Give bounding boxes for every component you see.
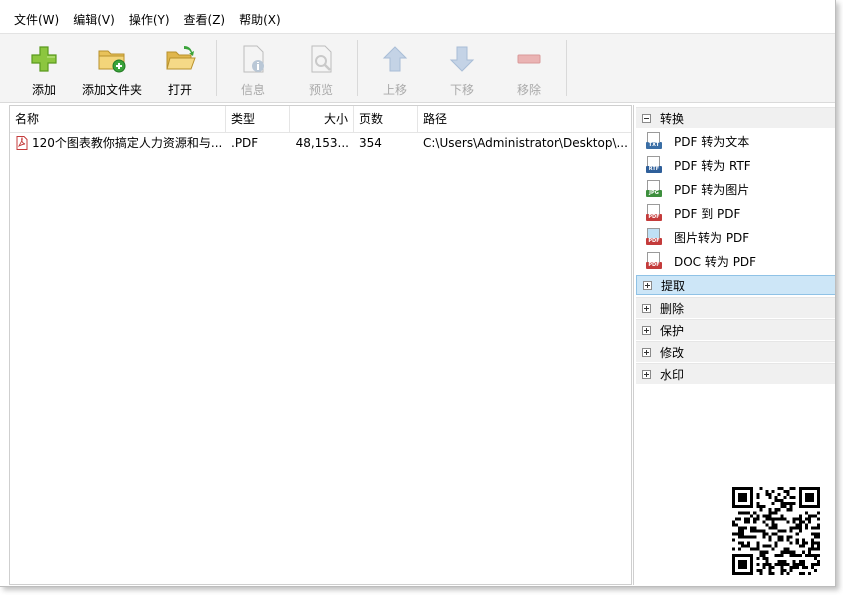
group-modify-label: 修改 xyxy=(660,345,685,360)
group-protect-label: 保护 xyxy=(660,323,685,338)
minus-icon xyxy=(513,43,545,75)
menu-action[interactable]: 操作(Y) xyxy=(122,9,177,31)
move-down-button[interactable]: 下移 xyxy=(438,34,486,102)
add-button[interactable]: 添加 xyxy=(20,34,68,102)
group-watermark-label: 水印 xyxy=(660,367,685,382)
rtf-file-icon: RTF xyxy=(646,155,662,175)
add-folder-label: 添加文件夹 xyxy=(81,83,142,97)
add-label: 添加 xyxy=(31,83,56,97)
group-modify[interactable]: 修改 xyxy=(636,341,835,362)
txt-file-icon: TXT xyxy=(646,131,662,151)
jpg-file-icon: JPG xyxy=(646,179,662,199)
column-path[interactable]: 路径 xyxy=(418,106,631,132)
expand-icon[interactable] xyxy=(642,303,651,313)
document-preview-icon xyxy=(305,43,337,75)
doc-pdf-icon: PDF xyxy=(646,251,662,271)
convert-item-label: PDF 转为 RTF xyxy=(674,158,751,173)
open-button[interactable]: 打开 xyxy=(156,34,204,102)
group-extract[interactable]: 提取 xyxy=(636,275,835,295)
group-convert[interactable]: 转换 xyxy=(636,107,835,128)
arrow-down-icon xyxy=(446,43,478,75)
expand-icon[interactable] xyxy=(642,369,651,379)
convert-image-to-pdf[interactable]: PDF 图片转为 PDF xyxy=(646,225,749,249)
qr-code-icon xyxy=(732,487,820,575)
cell-type: .PDF xyxy=(231,136,259,150)
collapse-icon[interactable] xyxy=(642,113,651,123)
convert-item-label: DOC 转为 PDF xyxy=(674,254,757,269)
open-label: 打开 xyxy=(167,83,192,97)
file-name: 120个图表教你搞定人力资源和与... xyxy=(32,136,223,150)
convert-doc-to-pdf[interactable]: PDF DOC 转为 PDF xyxy=(646,249,756,273)
convert-pdf-to-pdf[interactable]: PDF PDF 到 PDF xyxy=(646,201,740,225)
folder-add-icon xyxy=(96,43,128,75)
group-convert-label: 转换 xyxy=(660,111,685,126)
table-row[interactable]: 120个图表教你搞定人力资源和与... .PDF 48,153... 354 C… xyxy=(10,132,631,154)
folder-open-icon xyxy=(164,43,196,75)
menu-edit[interactable]: 编辑(V) xyxy=(66,9,122,31)
group-delete-label: 删除 xyxy=(660,301,685,316)
cell-pages: 354 xyxy=(359,136,382,150)
convert-pdf-to-rtf[interactable]: RTF PDF 转为 RTF xyxy=(646,153,751,177)
move-up-label: 上移 xyxy=(382,83,407,97)
convert-item-label: PDF 到 PDF xyxy=(674,206,741,221)
add-folder-button[interactable]: 添加文件夹 xyxy=(76,34,148,102)
group-watermark[interactable]: 水印 xyxy=(636,363,835,384)
menu-file[interactable]: 文件(W) xyxy=(0,9,66,31)
convert-item-label: PDF 转为图片 xyxy=(674,182,750,197)
menu-bar: 文件(W) 编辑(V) 操作(Y) 查看(Z) 帮助(X) xyxy=(0,9,835,31)
expand-icon[interactable] xyxy=(643,280,652,290)
arrow-up-icon xyxy=(379,43,411,75)
menu-help[interactable]: 帮助(X) xyxy=(232,9,288,31)
toolbar-separator xyxy=(566,40,567,96)
convert-item-label: PDF 转为文本 xyxy=(674,134,750,149)
move-down-label: 下移 xyxy=(449,83,474,97)
group-protect[interactable]: 保护 xyxy=(636,319,835,340)
convert-pdf-to-text[interactable]: TXT PDF 转为文本 xyxy=(646,129,749,153)
cell-path: C:\Users\Administrator\Desktop\... xyxy=(423,136,628,150)
file-list-header: 名称 类型 大小 页数 路径 xyxy=(10,106,631,133)
preview-label: 预览 xyxy=(308,83,333,97)
pdf-file-icon xyxy=(16,135,28,150)
cell-size: 48,153... xyxy=(295,136,349,150)
document-info-icon xyxy=(237,43,269,75)
convert-item-label: 图片转为 PDF xyxy=(674,230,750,245)
menu-view[interactable]: 查看(Z) xyxy=(177,9,233,31)
info-button[interactable]: 信息 xyxy=(229,34,277,102)
image-pdf-icon: PDF xyxy=(646,227,662,247)
column-size[interactable]: 大小 xyxy=(290,106,354,132)
info-label: 信息 xyxy=(240,83,265,97)
expand-icon[interactable] xyxy=(642,347,651,357)
column-name[interactable]: 名称 xyxy=(10,106,226,132)
move-up-button[interactable]: 上移 xyxy=(371,34,419,102)
cell-name: 120个图表教你搞定人力资源和与... xyxy=(10,132,226,154)
convert-pdf-to-image[interactable]: JPG PDF 转为图片 xyxy=(646,177,749,201)
app-window: 文件(W) 编辑(V) 操作(Y) 查看(Z) 帮助(X) 添加 添加文件夹 打… xyxy=(0,0,836,587)
column-type[interactable]: 类型 xyxy=(226,106,290,132)
toolbar: 添加 添加文件夹 打开 信息 预览 上移 下移 移除 xyxy=(0,33,835,103)
toolbar-separator xyxy=(216,40,217,96)
toolbar-separator xyxy=(357,40,358,96)
remove-label: 移除 xyxy=(516,83,541,97)
plus-icon xyxy=(28,43,60,75)
column-pages[interactable]: 页数 xyxy=(354,106,418,132)
remove-button[interactable]: 移除 xyxy=(505,34,553,102)
group-delete[interactable]: 删除 xyxy=(636,297,835,318)
file-list[interactable]: 名称 类型 大小 页数 路径 120个图表教你搞定人力资源和与... .PDF … xyxy=(9,105,632,585)
expand-icon[interactable] xyxy=(642,325,651,335)
group-extract-label: 提取 xyxy=(661,278,686,293)
pdf-file-icon: PDF xyxy=(646,203,662,223)
preview-button[interactable]: 预览 xyxy=(297,34,345,102)
